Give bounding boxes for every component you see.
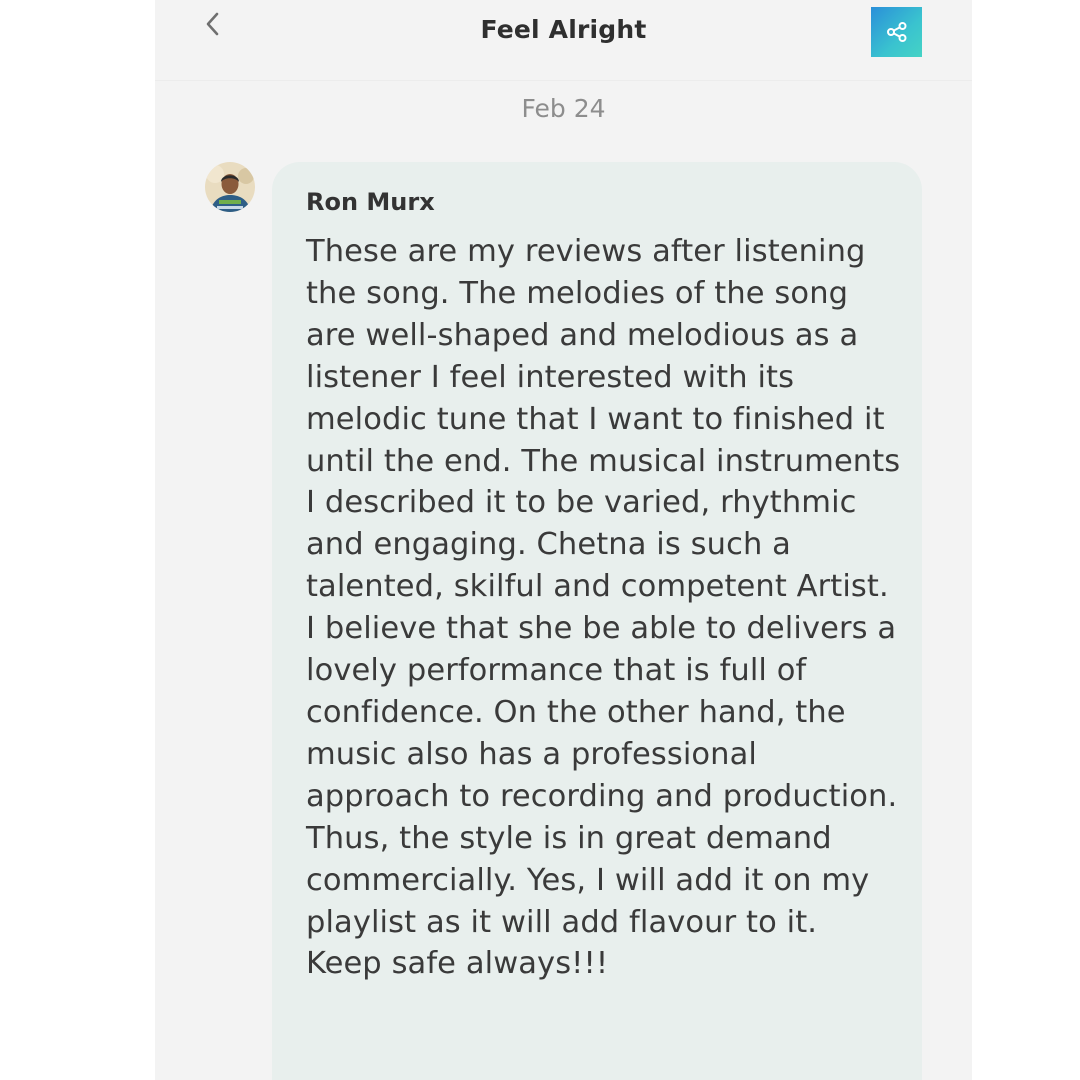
comment-bubble: Ron Murx These are my reviews after list… <box>272 162 922 1080</box>
page-title: Feel Alright <box>480 15 647 44</box>
user-photo-icon <box>205 162 255 212</box>
date-separator: Feb 24 <box>521 94 606 123</box>
top-bar: Feel Alright <box>155 0 972 81</box>
share-icon <box>886 22 906 42</box>
comment-text: These are my reviews after listening the… <box>306 234 901 982</box>
app-screen: Feel Alright Feb 24 Ron Murx These are m <box>155 0 972 1080</box>
comment-author[interactable]: Ron Murx <box>306 188 435 216</box>
share-button[interactable] <box>871 7 922 57</box>
avatar[interactable] <box>205 162 255 212</box>
